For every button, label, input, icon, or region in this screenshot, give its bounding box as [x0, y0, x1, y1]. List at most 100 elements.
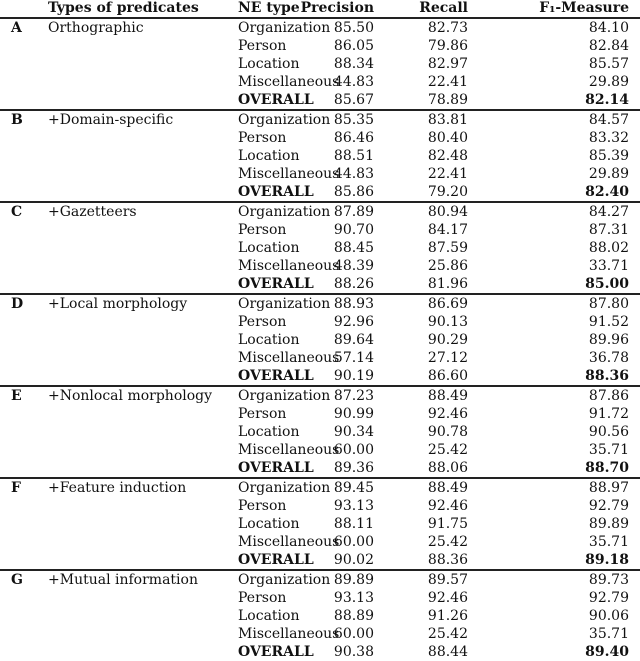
ne-type: OVERALL	[238, 92, 314, 108]
f1-value: 29.89	[588, 74, 629, 90]
precision-value: 89.64	[333, 332, 374, 348]
table-row: Person 93.13 92.46 92.79	[0, 589, 640, 607]
ne-type: Location	[238, 424, 300, 440]
predicate-type: +Nonlocal morphology	[48, 388, 213, 404]
ne-type: Person	[238, 130, 287, 146]
precision-value: 86.46	[333, 130, 374, 146]
table-row: Person 90.99 92.46 91.72	[0, 405, 640, 423]
group-e: E +Nonlocal morphology Organization 87.23 88…	[0, 385, 640, 477]
f1-value: 83.32	[588, 130, 629, 146]
table-row: OVERALL 90.19 86.60 88.36	[0, 367, 640, 385]
table-row: A Orthographic Organization 85.50 82.73 84.10	[0, 19, 640, 37]
group-id: F	[11, 480, 21, 496]
precision-value: 88.89	[333, 608, 374, 624]
precision-value: 88.26	[333, 276, 374, 292]
ne-type: Location	[238, 56, 300, 72]
f1-value: 82.14	[585, 92, 629, 108]
recall-value: 90.78	[427, 424, 468, 440]
recall-value: 84.17	[427, 222, 468, 238]
precision-value: 92.96	[333, 314, 374, 330]
precision-value: 44.83	[333, 166, 374, 182]
table-row: Miscellaneous 44.83 22.41 29.89	[0, 73, 640, 91]
recall-value: 88.06	[427, 460, 468, 476]
precision-value: 88.51	[333, 148, 374, 164]
f1-value: 35.71	[588, 534, 629, 550]
f1-value: 84.27	[588, 204, 629, 220]
precision-value: 93.13	[333, 498, 374, 514]
ne-type: Person	[238, 590, 287, 606]
table-row: D +Local morphology Organization 88.93 86.69…	[0, 295, 640, 313]
ne-type: Location	[238, 332, 300, 348]
f1-value: 29.89	[588, 166, 629, 182]
f1-value: 88.02	[588, 240, 629, 256]
ne-type: Organization	[238, 296, 331, 312]
precision-value: 90.34	[333, 424, 374, 440]
ne-type: Miscellaneous	[238, 350, 340, 366]
ne-type: Miscellaneous	[238, 442, 340, 458]
table-row: Miscellaneous 44.83 22.41 29.89	[0, 165, 640, 183]
ne-type: OVERALL	[238, 644, 314, 660]
ne-type: Miscellaneous	[238, 626, 340, 642]
recall-value: 22.41	[427, 166, 468, 182]
f1-value: 91.52	[588, 314, 629, 330]
f1-value: 82.84	[588, 38, 629, 54]
precision-value: 60.00	[333, 442, 374, 458]
table-row: Miscellaneous 60.00 25.42 35.71	[0, 441, 640, 459]
recall-value: 88.36	[427, 552, 468, 568]
precision-value: 86.05	[333, 38, 374, 54]
ne-type: Location	[238, 516, 300, 532]
table-row: C +Gazetteers Organization 87.89 80.94 84.27	[0, 203, 640, 221]
f1-value: 84.10	[588, 20, 629, 36]
table-body: A Orthographic Organization 85.50 82.73 84.10…	[0, 17, 640, 661]
recall-value: 92.46	[427, 590, 468, 606]
ne-type: Organization	[238, 480, 331, 496]
predicate-type: +Domain-specific	[48, 112, 174, 128]
ne-type: Miscellaneous	[238, 258, 340, 274]
ne-type: Miscellaneous	[238, 166, 340, 182]
f1-value: 88.36	[585, 368, 629, 384]
ne-type: Organization	[238, 204, 331, 220]
recall-value: 92.46	[427, 406, 468, 422]
f1-value: 89.89	[588, 516, 629, 532]
recall-value: 25.42	[427, 626, 468, 642]
predicate-type: +Mutual information	[48, 572, 198, 588]
recall-value: 88.49	[427, 480, 468, 496]
precision-value: 90.70	[333, 222, 374, 238]
header-f1: F₁-Measure	[539, 0, 629, 16]
ne-type: OVERALL	[238, 460, 314, 476]
precision-value: 88.34	[333, 56, 374, 72]
group-a: A Orthographic Organization 85.50 82.73 84.10…	[0, 17, 640, 109]
table-row: Person 90.70 84.17 87.31	[0, 221, 640, 239]
group-g: G +Mutual information Organization 89.89 89.…	[0, 569, 640, 661]
group-f: F +Feature induction Organization 89.45 88.4…	[0, 477, 640, 569]
recall-value: 25.42	[427, 442, 468, 458]
results-table: Types of predicates NE type Precision Re…	[0, 0, 640, 661]
group-id: D	[11, 296, 24, 312]
precision-value: 85.86	[333, 184, 374, 200]
ne-type: OVERALL	[238, 184, 314, 200]
table-row: OVERALL 90.02 88.36 89.18	[0, 551, 640, 569]
table-row: Location 88.51 82.48 85.39	[0, 147, 640, 165]
recall-value: 90.13	[427, 314, 468, 330]
table-row: G +Mutual information Organization 89.89 89.…	[0, 571, 640, 589]
group-id: E	[11, 388, 22, 404]
table-row: Location 90.34 90.78 90.56	[0, 423, 640, 441]
f1-value: 87.86	[588, 388, 629, 404]
group-c: C +Gazetteers Organization 87.89 80.94 84.27 P…	[0, 201, 640, 293]
header-ne-type: NE type	[238, 0, 300, 16]
precision-value: 60.00	[333, 626, 374, 642]
precision-value: 85.50	[333, 20, 374, 36]
recall-value: 82.73	[427, 20, 468, 36]
recall-value: 86.60	[427, 368, 468, 384]
precision-value: 88.11	[333, 516, 374, 532]
group-id: G	[11, 572, 23, 588]
precision-value: 89.36	[333, 460, 374, 476]
precision-value: 48.39	[333, 258, 374, 274]
precision-value: 87.89	[333, 204, 374, 220]
ne-type: Person	[238, 498, 287, 514]
group-d: D +Local morphology Organization 88.93 86.69…	[0, 293, 640, 385]
precision-value: 85.67	[333, 92, 374, 108]
recall-value: 90.29	[427, 332, 468, 348]
f1-value: 85.57	[588, 56, 629, 72]
table-row: Location 88.34 82.97 85.57	[0, 55, 640, 73]
